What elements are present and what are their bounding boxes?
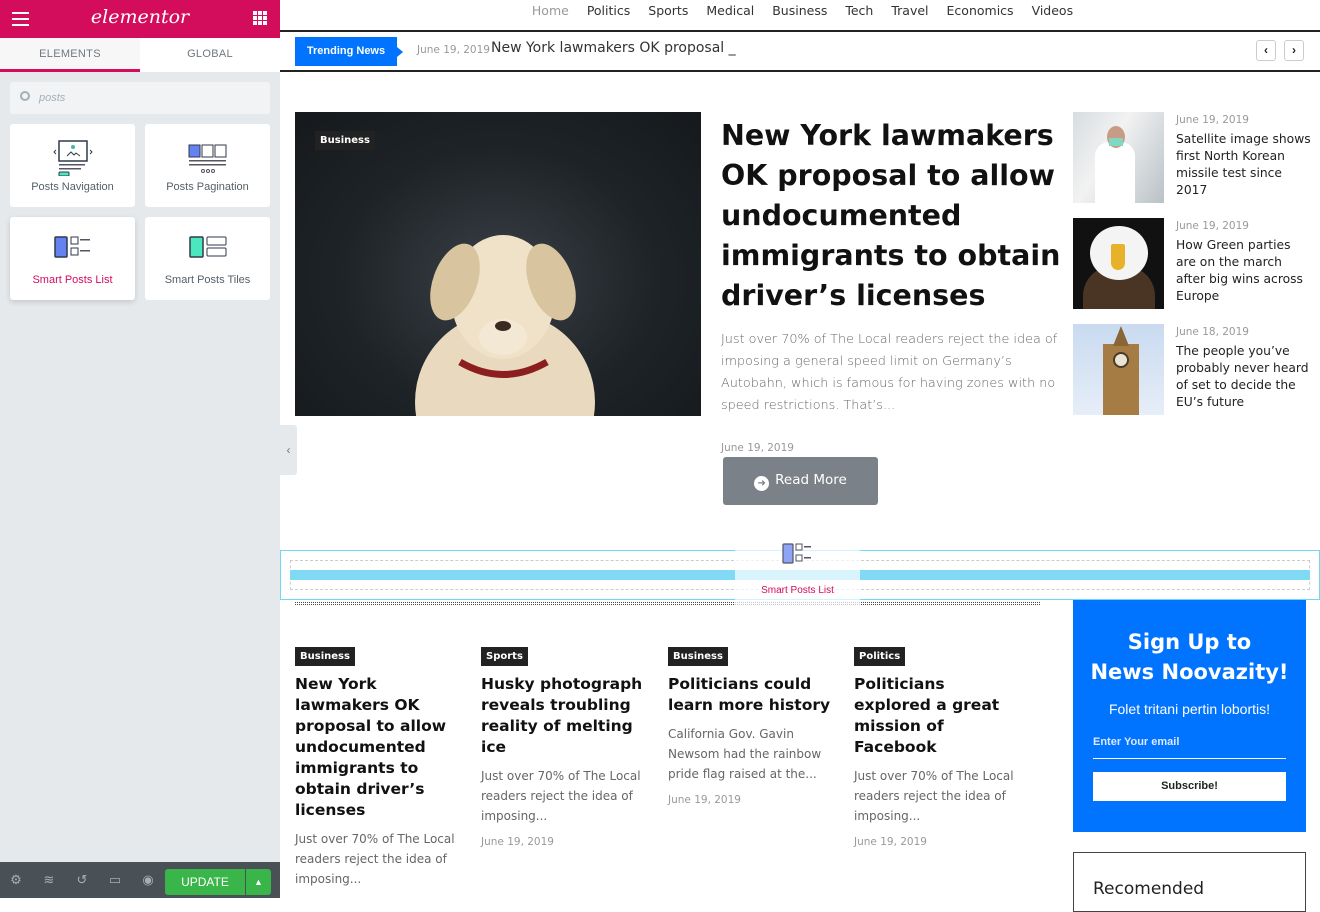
search-value: posts bbox=[39, 92, 66, 104]
main-navigation: Home Politics Sports Medical Business Te… bbox=[280, 3, 1320, 18]
read-more-button[interactable]: ➜ Read More bbox=[723, 457, 878, 505]
card-title[interactable]: Husky photograph reveals troubling reali… bbox=[481, 674, 651, 758]
nav-videos[interactable]: Videos bbox=[1032, 3, 1074, 18]
card-date: June 19, 2019 bbox=[668, 794, 741, 806]
hero-category-badge[interactable]: Business bbox=[315, 131, 375, 150]
recommended-title: Recomended bbox=[1093, 879, 1205, 899]
search-icon bbox=[20, 91, 30, 101]
nav-business[interactable]: Business bbox=[772, 3, 827, 18]
category-badge[interactable]: Sports bbox=[481, 647, 528, 666]
nav-economics[interactable]: Economics bbox=[947, 3, 1014, 18]
dotted-divider bbox=[295, 602, 1040, 605]
signup-subtitle: Folet tritani pertin lobortis! bbox=[1108, 701, 1271, 717]
category-badge[interactable]: Business bbox=[295, 647, 355, 666]
divider bbox=[280, 70, 1320, 72]
widget-label: Posts Pagination bbox=[166, 181, 249, 193]
smart-posts-tiles-icon bbox=[188, 236, 226, 258]
navigator-layers-icon[interactable]: ≋ bbox=[42, 873, 56, 887]
nav-sports[interactable]: Sports bbox=[648, 3, 688, 18]
dragged-widget-smart-posts-list[interactable]: Smart Posts List bbox=[735, 522, 860, 605]
subscribe-button[interactable]: Subscribe! bbox=[1093, 772, 1286, 801]
tab-global[interactable]: GLOBAL bbox=[140, 38, 280, 72]
side-post-title[interactable]: Satellite image shows first North Korean… bbox=[1176, 131, 1311, 199]
post-card: Business Politicians could learn more his… bbox=[668, 646, 838, 806]
arrow-circle-right-icon: ➜ bbox=[754, 476, 770, 491]
card-excerpt: California Gov. Gavin Newsom had the rai… bbox=[668, 727, 822, 781]
category-badge[interactable]: Business bbox=[668, 647, 728, 666]
thumb-lab-scientist[interactable] bbox=[1073, 112, 1164, 203]
widget-posts-pagination[interactable]: Posts Pagination bbox=[145, 124, 270, 207]
category-badge[interactable]: Politics bbox=[854, 647, 906, 666]
update-button[interactable]: UPDATE bbox=[165, 869, 245, 895]
tab-elements[interactable]: ELEMENTS bbox=[0, 38, 140, 72]
widget-label: Smart Posts Tiles bbox=[164, 274, 251, 286]
post-card: Politics Politicians explored a great mis… bbox=[854, 646, 1024, 848]
side-post-date: June 19, 2019 bbox=[1176, 114, 1249, 126]
card-excerpt: Just over 70% of The Local readers rejec… bbox=[481, 769, 641, 823]
sidebar-header: elementor bbox=[0, 0, 280, 38]
grid-apps-icon[interactable] bbox=[253, 11, 267, 25]
hero-excerpt: Just over 70% of The Local readers rejec… bbox=[721, 332, 1058, 413]
ticker-headline[interactable]: New York lawmakers OK proposal _ bbox=[491, 40, 736, 56]
widget-label: Posts Navigation bbox=[31, 181, 114, 193]
collapse-panel-button[interactable]: ‹ bbox=[280, 425, 297, 475]
recommended-widget: Recomended bbox=[1073, 852, 1306, 912]
side-post-title[interactable]: The people you’ve probably never heard o… bbox=[1176, 343, 1311, 411]
newsletter-signup: Sign Up to News Noovazity! Folet tritani… bbox=[1073, 600, 1306, 832]
card-date: June 19, 2019 bbox=[854, 836, 927, 848]
panel-tabs: ELEMENTS GLOBAL bbox=[0, 38, 280, 72]
elementor-logo: elementor bbox=[90, 6, 190, 28]
thumb-eagle[interactable] bbox=[1073, 218, 1164, 309]
signup-title-line1: Sign Up to bbox=[1127, 630, 1252, 654]
ticker-prev-button[interactable]: ‹ bbox=[1256, 40, 1276, 61]
widget-posts-navigation[interactable]: Posts Navigation bbox=[10, 124, 135, 207]
posts-pagination-icon bbox=[188, 144, 226, 173]
side-post: June 18, 2019 The people you’ve probably … bbox=[1176, 326, 1311, 411]
card-title[interactable]: New York lawmakers OK proposal to allow … bbox=[295, 674, 465, 821]
hero-title[interactable]: New York lawmakers OK proposal to allow … bbox=[721, 116, 1071, 316]
nav-medical[interactable]: Medical bbox=[706, 3, 754, 18]
dragged-widget-label: Smart Posts List bbox=[761, 585, 834, 596]
side-post-title[interactable]: How Green parties are on the march after… bbox=[1176, 237, 1311, 305]
card-excerpt: Just over 70% of The Local readers rejec… bbox=[854, 769, 1014, 823]
elementor-sidebar: elementor ELEMENTS GLOBAL posts Posts Na… bbox=[0, 0, 280, 898]
nav-politics[interactable]: Politics bbox=[587, 3, 630, 18]
widget-search-input[interactable]: posts bbox=[10, 82, 270, 114]
read-more-label: Read More bbox=[775, 472, 847, 488]
widget-smart-posts-list[interactable]: Smart Posts List bbox=[10, 217, 135, 300]
card-title[interactable]: Politicians could learn more history bbox=[668, 674, 838, 716]
thumb-big-ben[interactable] bbox=[1073, 324, 1164, 415]
smart-posts-list-icon bbox=[53, 236, 90, 258]
divider bbox=[280, 30, 1320, 32]
smart-posts-list-icon bbox=[781, 543, 811, 564]
dog-photo bbox=[415, 235, 595, 416]
nav-tech[interactable]: Tech bbox=[845, 3, 873, 18]
hero-date: June 19, 2019 bbox=[721, 442, 794, 454]
preview-eye-icon[interactable]: ◉ bbox=[141, 873, 155, 887]
history-icon[interactable]: ↺ bbox=[75, 873, 89, 887]
post-card: Sports Husky photograph reveals troubling… bbox=[481, 646, 651, 848]
widget-smart-posts-tiles[interactable]: Smart Posts Tiles bbox=[145, 217, 270, 300]
card-excerpt: Just over 70% of The Local readers rejec… bbox=[295, 832, 455, 886]
signup-title-line2: News Noovazity! bbox=[1090, 660, 1289, 684]
side-post-date: June 18, 2019 bbox=[1176, 326, 1249, 338]
posts-navigation-icon bbox=[52, 140, 93, 177]
update-options-caret-icon[interactable]: ▲ bbox=[246, 869, 271, 895]
nav-home[interactable]: Home bbox=[532, 3, 569, 18]
card-date: June 19, 2019 bbox=[481, 836, 554, 848]
responsive-desktop-icon[interactable]: ▭ bbox=[108, 873, 122, 887]
nav-travel[interactable]: Travel bbox=[891, 3, 928, 18]
post-card: Business New York lawmakers OK proposal t… bbox=[295, 646, 465, 889]
side-post: June 19, 2019 How Green parties are on th… bbox=[1176, 220, 1311, 305]
card-title[interactable]: Politicians explored a great mission of … bbox=[854, 674, 1024, 758]
hero-image-dog[interactable]: Business bbox=[295, 112, 701, 416]
widget-label: Smart Posts List bbox=[32, 274, 113, 286]
ticker-date: June 19, 2019 bbox=[417, 44, 490, 56]
side-post-date: June 19, 2019 bbox=[1176, 220, 1249, 232]
trending-news-label: Trending News bbox=[295, 37, 403, 66]
email-input[interactable]: Enter Your email bbox=[1093, 736, 1286, 759]
ticker-next-button[interactable]: › bbox=[1284, 40, 1304, 61]
side-post: June 19, 2019 Satellite image shows first… bbox=[1176, 114, 1311, 199]
settings-gear-icon[interactable]: ⚙ bbox=[9, 873, 23, 887]
